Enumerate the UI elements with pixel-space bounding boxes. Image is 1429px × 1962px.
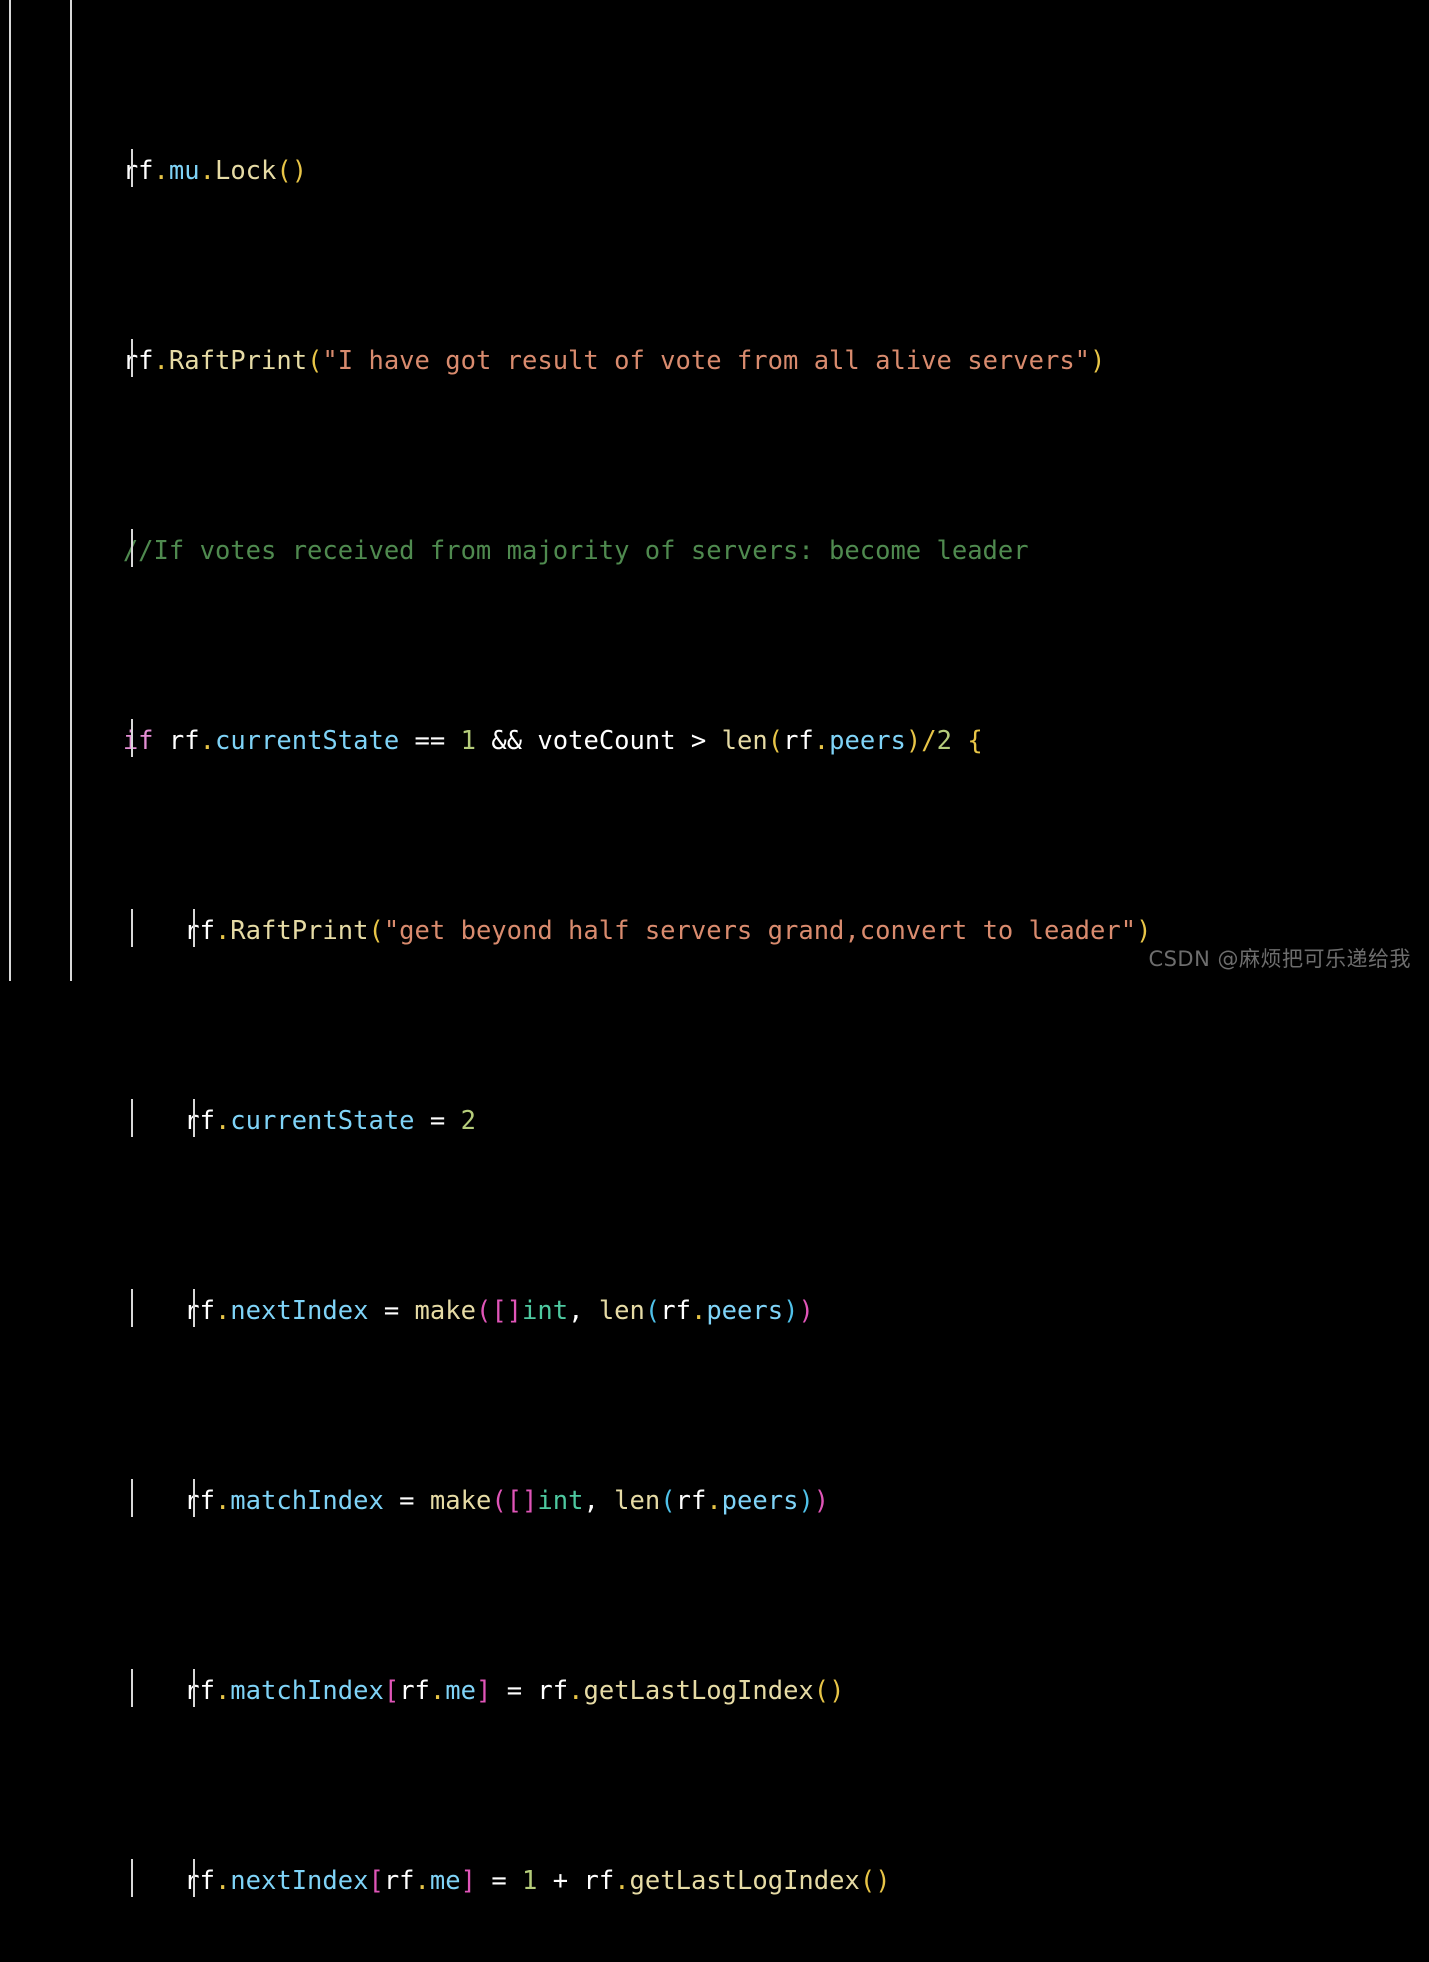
code-line[interactable]: if rf.currentState == 1 && voteCount > l… — [0, 719, 1429, 760]
code-line[interactable]: rf.mu.Lock() — [0, 149, 1429, 190]
indent-guide — [193, 1669, 195, 1707]
indent-guide — [131, 1099, 133, 1137]
indent-guide — [131, 1669, 133, 1707]
code-line[interactable]: rf.matchIndex = make([]int, len(rf.peers… — [0, 1479, 1429, 1520]
indent-guide — [131, 149, 133, 187]
indent-guide — [193, 1479, 195, 1517]
code-content[interactable]: rf.mu.Lock() rf.RaftPrint("I have got re… — [0, 0, 1429, 1962]
code-line[interactable]: rf.nextIndex = make([]int, len(rf.peers)… — [0, 1289, 1429, 1330]
csdn-watermark: CSDN @麻烦把可乐递给我 — [1148, 947, 1411, 971]
indent-guide — [131, 339, 133, 377]
code-line[interactable]: rf.currentState = 2 — [0, 1099, 1429, 1140]
indent-guide — [193, 1859, 195, 1897]
indent-guide — [131, 1859, 133, 1897]
code-line[interactable]: rf.RaftPrint("I have got result of vote … — [0, 339, 1429, 380]
code-line[interactable]: rf.matchIndex[rf.me] = rf.getLastLogInde… — [0, 1669, 1429, 1710]
indent-guide — [131, 1289, 133, 1327]
code-line[interactable]: //If votes received from majority of ser… — [0, 529, 1429, 570]
indent-guide — [131, 1479, 133, 1517]
indent-guide — [193, 909, 195, 947]
indent-guide — [193, 1289, 195, 1327]
indent-guide — [131, 529, 133, 567]
indent-guide — [193, 1099, 195, 1137]
indent-guide — [131, 719, 133, 757]
code-line[interactable]: rf.nextIndex[rf.me] = 1 + rf.getLastLogI… — [0, 1859, 1429, 1900]
indent-guide — [131, 909, 133, 947]
code-editor-canvas: rf.mu.Lock() rf.RaftPrint("I have got re… — [0, 0, 1429, 1897]
